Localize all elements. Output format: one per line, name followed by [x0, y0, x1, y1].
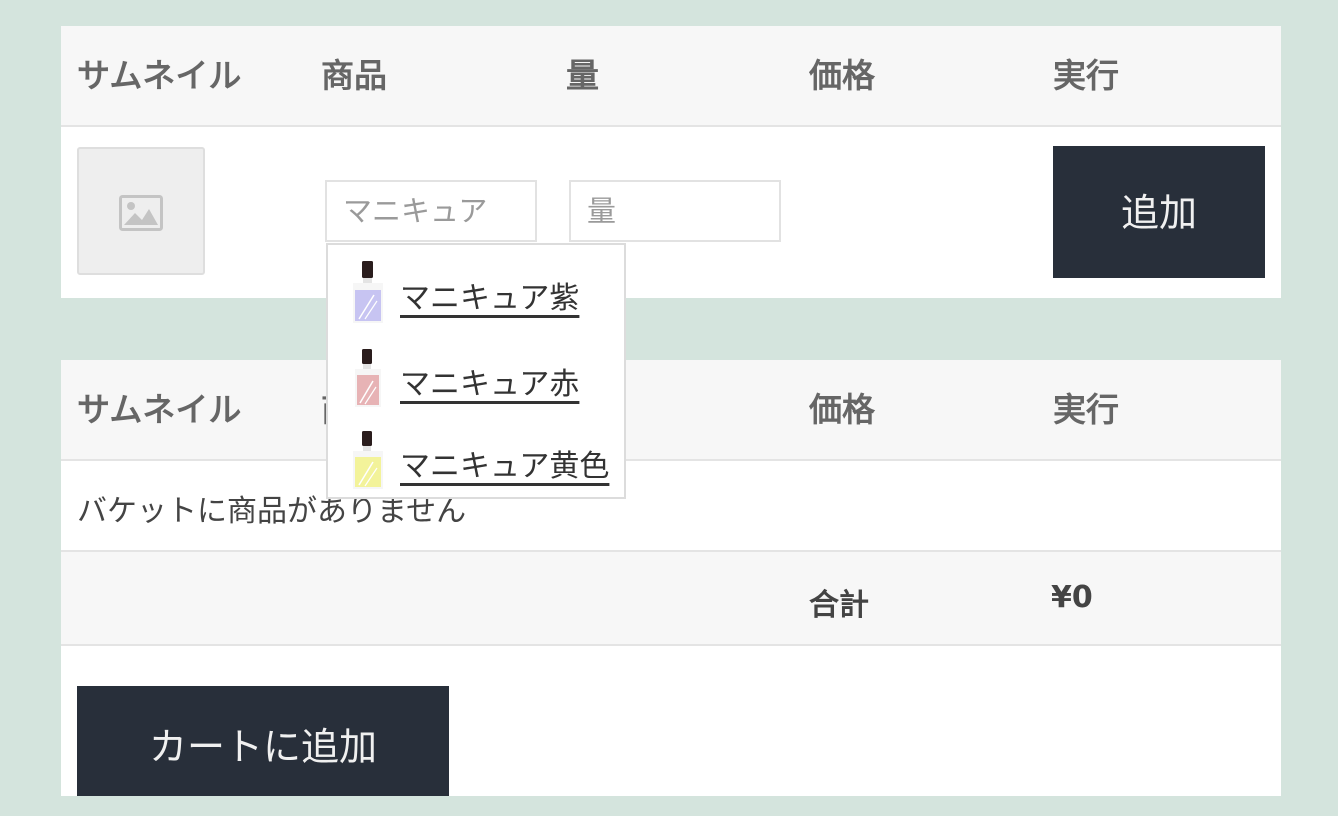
- table-header: サムネイル 商品 量 価格 実行: [61, 26, 1281, 127]
- quantity-input[interactable]: [569, 180, 781, 242]
- thumbnail-placeholder: [77, 147, 205, 275]
- suggestion-item[interactable]: マニキュア赤: [328, 347, 624, 417]
- nail-polish-icon: [353, 431, 383, 489]
- entry-table: サムネイル 商品 量 価格 実行 追加: [61, 26, 1281, 298]
- nail-polish-icon: [355, 349, 381, 407]
- empty-basket-row: バケットに商品がありません: [61, 460, 1281, 552]
- header-quantity: 量: [566, 56, 599, 95]
- header-action: 実行: [1053, 56, 1119, 95]
- product-search-input[interactable]: [325, 180, 537, 242]
- header-thumbnail: サムネイル: [77, 56, 242, 95]
- suggestion-label: マニキュア紫: [400, 281, 580, 316]
- nail-polish-icon: [353, 261, 383, 323]
- table-header: サムネイル 商品 量 価格 実行: [61, 360, 1281, 461]
- header-price: 価格: [809, 390, 875, 429]
- image-icon: [119, 195, 163, 231]
- suggestion-label: マニキュア黄色: [400, 449, 610, 484]
- total-label: 合計: [809, 588, 869, 623]
- suggestion-label: マニキュア赤: [400, 367, 580, 402]
- basket-table: サムネイル 商品 量 価格 実行 バケットに商品がありません 合計 ¥0 カート…: [61, 360, 1281, 796]
- header-action: 実行: [1053, 390, 1119, 429]
- add-to-cart-button[interactable]: カートに追加: [77, 686, 449, 796]
- suggestion-item[interactable]: マニキュア紫: [328, 259, 624, 329]
- total-row: 合計 ¥0: [61, 552, 1281, 646]
- add-button[interactable]: 追加: [1053, 146, 1265, 278]
- header-thumbnail: サムネイル: [77, 390, 242, 429]
- total-value: ¥0: [1051, 580, 1093, 615]
- header-product: 商品: [321, 56, 387, 95]
- suggestion-item[interactable]: マニキュア黄色: [328, 429, 624, 499]
- product-suggestions-dropdown: マニキュア紫 マニキュア赤 マニキュア黄色: [326, 243, 626, 499]
- header-price: 価格: [809, 56, 875, 95]
